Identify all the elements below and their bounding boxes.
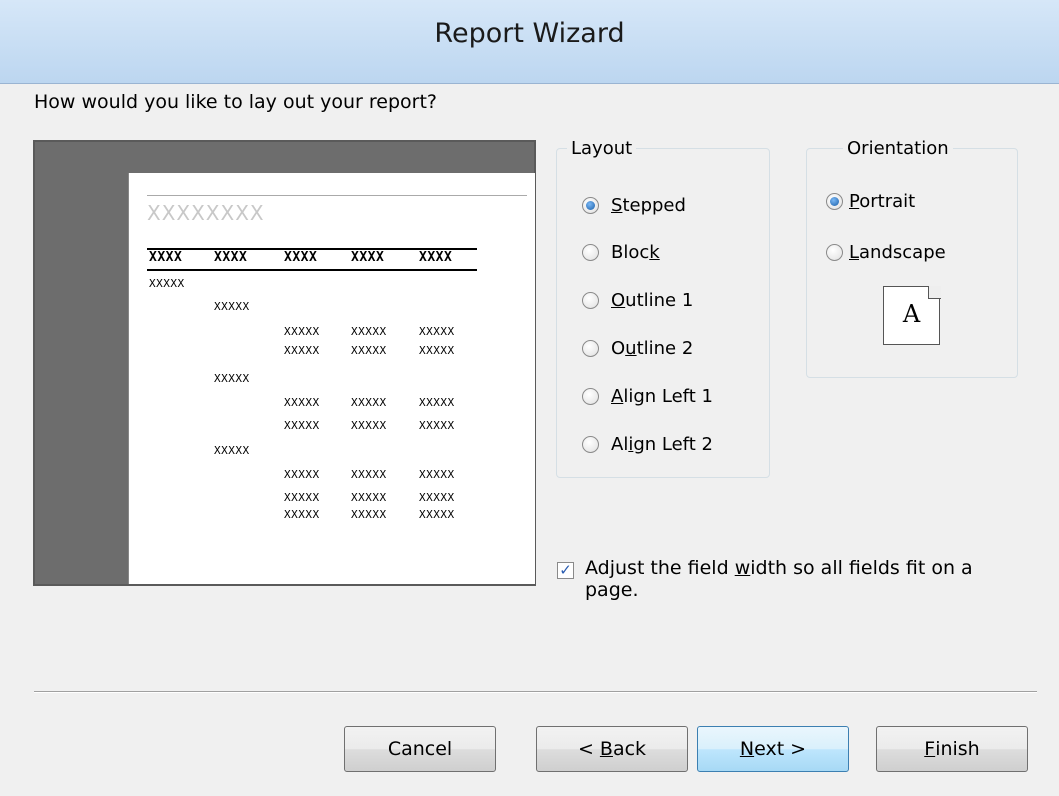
preview-detail-cell: XXXXX xyxy=(351,468,387,481)
radio-button[interactable] xyxy=(582,388,599,405)
preview-detail-cell: XXXXX xyxy=(419,419,455,432)
preview-detail-cell: XXXXX xyxy=(284,396,320,409)
preview-detail-cell: XXXXX xyxy=(351,396,387,409)
preview-header-cell: XXXX xyxy=(149,250,183,265)
preview-detail-cell: XXXXX xyxy=(351,325,387,338)
radio-outline-1[interactable]: Outline 1 xyxy=(582,290,693,311)
preview-detail-cell: XXXXX xyxy=(284,344,320,357)
radio-align-left-2[interactable]: Align Left 2 xyxy=(582,434,713,455)
adjust-width-checkbox[interactable]: ✓ xyxy=(557,562,574,579)
preview-header-cell: XXXX xyxy=(284,250,318,265)
preview-detail-cell: XXXXX xyxy=(419,396,455,409)
radio-portrait[interactable]: Portrait xyxy=(826,191,915,212)
preview-header-cell: XXXX xyxy=(214,250,248,265)
preview-header-cell: XXXX xyxy=(351,250,385,265)
preview-detail-cell: XXXXX xyxy=(419,508,455,521)
preview-detail-cell: XXXXX xyxy=(419,468,455,481)
layout-preview: XXXXXXXX XXXX XXXX XXXX XXXX XXXX XXXXX … xyxy=(33,140,536,586)
back-button[interactable]: < Back xyxy=(536,726,688,772)
preview-header-rule-bottom xyxy=(147,269,477,271)
preview-group-1: XXXXX xyxy=(149,277,185,290)
preview-detail-cell: XXXXX xyxy=(284,508,320,521)
radio-button[interactable] xyxy=(582,197,599,214)
page-letter: A xyxy=(902,300,921,328)
radio-label: Stepped xyxy=(611,195,686,216)
preview-detail-cell: XXXXX xyxy=(284,419,320,432)
layout-legend: Layout xyxy=(571,138,633,159)
radio-label: Block xyxy=(611,242,660,263)
preview-group-2: XXXXX xyxy=(214,444,250,457)
page-fold-icon xyxy=(928,286,941,299)
radio-button[interactable] xyxy=(582,292,599,309)
window-title: Report Wizard xyxy=(434,18,625,49)
radio-align-left-1[interactable]: Align Left 1 xyxy=(582,386,713,407)
button-separator xyxy=(34,691,1037,693)
radio-label: Landscape xyxy=(849,242,946,263)
preview-detail-cell: XXXXX xyxy=(351,508,387,521)
radio-landscape[interactable]: Landscape xyxy=(826,242,946,263)
radio-label: Portrait xyxy=(849,191,916,212)
radio-button[interactable] xyxy=(826,193,843,210)
radio-stepped[interactable]: Stepped xyxy=(582,195,686,216)
preview-detail-cell: XXXXX xyxy=(284,468,320,481)
next-button[interactable]: Next > xyxy=(697,726,849,772)
finish-button[interactable]: Finish xyxy=(876,726,1028,772)
preview-page: XXXXXXXX XXXX XXXX XXXX XXXX XXXX XXXXX … xyxy=(128,173,535,584)
radio-block[interactable]: Block xyxy=(582,242,660,263)
preview-title: XXXXXXXX xyxy=(147,201,265,225)
wizard-prompt: How would you like to lay out your repor… xyxy=(34,91,437,113)
radio-button[interactable] xyxy=(582,436,599,453)
preview-group-2: XXXXX xyxy=(214,300,250,313)
title-bar: Report Wizard xyxy=(0,0,1059,84)
preview-rule xyxy=(147,195,527,196)
adjust-width-label: Adjust the field width so all fields fit… xyxy=(585,557,973,601)
radio-outline-2[interactable]: Outline 2 xyxy=(582,338,693,359)
radio-button[interactable] xyxy=(826,244,843,261)
radio-label: Outline 2 xyxy=(611,338,694,359)
preview-detail-cell: XXXXX xyxy=(284,491,320,504)
adjust-width-option[interactable]: ✓ Adjust the field width so all fields f… xyxy=(557,557,1007,601)
preview-detail-cell: XXXXX xyxy=(419,491,455,504)
radio-label: Align Left 1 xyxy=(611,386,713,407)
radio-button[interactable] xyxy=(582,244,599,261)
orientation-legend: Orientation xyxy=(847,138,949,159)
radio-label: Outline 1 xyxy=(611,290,694,311)
preview-detail-cell: XXXXX xyxy=(419,344,455,357)
preview-group-2: XXXXX xyxy=(214,372,250,385)
preview-detail-cell: XXXXX xyxy=(419,325,455,338)
preview-detail-cell: XXXXX xyxy=(284,325,320,338)
preview-header-cell: XXXX xyxy=(419,250,453,265)
cancel-button[interactable]: Cancel xyxy=(344,726,496,772)
preview-detail-cell: XXXXX xyxy=(351,419,387,432)
radio-button[interactable] xyxy=(582,340,599,357)
preview-detail-cell: XXXXX xyxy=(351,344,387,357)
radio-label: Align Left 2 xyxy=(611,434,713,455)
preview-detail-cell: XXXXX xyxy=(351,491,387,504)
